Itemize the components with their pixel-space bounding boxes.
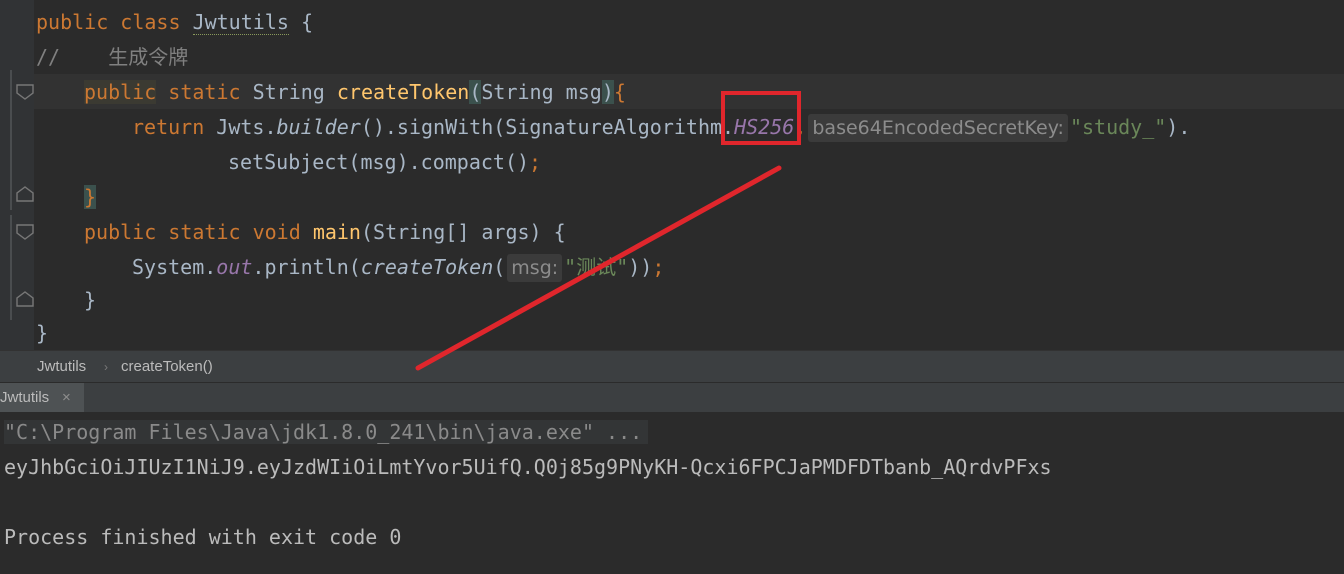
paren: ): [601, 80, 614, 104]
breadcrumb-item-class[interactable]: Jwtutils: [37, 351, 86, 383]
code-line-close-brace: }: [84, 283, 96, 318]
change-marker: [10, 215, 12, 320]
fold-end-icon[interactable]: [16, 291, 34, 307]
console-exit-line: Process finished with exit code 0: [4, 520, 401, 555]
breadcrumb-item-method[interactable]: createToken(): [121, 351, 213, 383]
method-call: builder: [276, 115, 361, 139]
code-line-comment: // 生成令牌: [36, 40, 188, 75]
semicolon: ;: [652, 255, 665, 279]
method-call: createToken: [360, 255, 494, 279]
keyword: public: [84, 80, 157, 104]
code-text: ).: [1166, 115, 1191, 139]
code-line-chain: setSubject(msg).compact();: [228, 145, 541, 180]
breadcrumb: Jwtutils › createToken(): [0, 350, 1344, 383]
method-name: createToken: [336, 80, 470, 104]
ide-window: public class Jwtutils { // 生成令牌 public s…: [0, 0, 1344, 574]
jwt-token-output: eyJhbGciOiJIUzI1NiJ9.eyJzdWIiOiLmtYvor5U…: [4, 455, 1052, 479]
fold-collapse-icon[interactable]: [16, 84, 34, 100]
keyword: static: [168, 80, 241, 104]
keyword: void: [252, 220, 301, 244]
brace: }: [84, 288, 97, 312]
code-text: .println(: [252, 255, 361, 279]
java-command: "C:\Program Files\Java\jdk1.8.0_241\bin\…: [4, 420, 649, 444]
code-text: )): [628, 255, 653, 279]
code-text: Jwts.: [216, 115, 277, 139]
chevron-right-icon: ›: [104, 360, 108, 374]
paren: (: [469, 80, 482, 104]
code-text: System.: [132, 255, 217, 279]
run-tool-window-header: Jwtutils ×: [0, 382, 1344, 413]
run-console[interactable]: "C:\Program Files\Java\jdk1.8.0_241\bin\…: [0, 412, 1344, 574]
fold-collapse-icon[interactable]: [16, 224, 34, 240]
brace: {: [553, 220, 566, 244]
method-name: main: [312, 220, 361, 244]
brace: }: [36, 321, 49, 345]
keyword: static: [168, 220, 241, 244]
code-line-method-decl: public static String createToken(String …: [84, 75, 626, 110]
console-command-line: "C:\Program Files\Java\jdk1.8.0_241\bin\…: [4, 415, 649, 450]
keyword: public: [84, 220, 157, 244]
string-literal: "测试": [564, 255, 629, 279]
string-literal: "study_": [1069, 115, 1167, 139]
close-icon[interactable]: ×: [62, 383, 71, 413]
class-name: Jwtutils: [192, 10, 289, 35]
keyword: class: [120, 10, 181, 34]
paren: (: [493, 255, 506, 279]
keyword: return: [132, 115, 205, 139]
keyword: public: [36, 10, 109, 34]
code-text: ().signWith(SignatureAlgorithm.: [360, 115, 735, 139]
run-tab-label: Jwtutils: [0, 389, 50, 406]
code-editor[interactable]: public class Jwtutils { // 生成令牌 public s…: [0, 0, 1344, 350]
code-line-class-decl: public class Jwtutils {: [36, 5, 313, 40]
params: String msg: [481, 80, 602, 104]
code-line-close-brace: }: [84, 180, 97, 215]
code-line-main-decl: public static void main(String[] args) {: [84, 215, 566, 250]
params: (String[] args): [360, 220, 542, 244]
comment: // 生成令牌: [36, 45, 189, 69]
code-line-println: System.out.println(createToken(msg: "测试")…: [132, 250, 664, 285]
parameter-hint: base64EncodedSecretKey:: [808, 114, 1068, 142]
type-name: String: [252, 80, 325, 104]
brace: {: [300, 10, 313, 34]
fold-end-icon[interactable]: [16, 186, 34, 202]
code-line-return: return Jwts.builder().signWith(Signature…: [132, 110, 1190, 145]
code-text: setSubject(msg).compact(): [228, 150, 530, 174]
parameter-hint: msg:: [507, 254, 563, 282]
semicolon: ;: [529, 150, 542, 174]
annotation-highlight-box: [721, 91, 801, 145]
brace: {: [613, 80, 626, 104]
process-exit-message: Process finished with exit code 0: [4, 525, 402, 549]
brace: }: [84, 185, 97, 209]
run-tab-jwtutils[interactable]: Jwtutils ×: [0, 383, 84, 413]
code-line-close-brace: }: [36, 316, 48, 350]
change-marker: [10, 70, 12, 210]
static-field: out: [216, 255, 253, 279]
console-output-token: eyJhbGciOiJIUzI1NiJ9.eyJzdWIiOiLmtYvor5U…: [4, 450, 1052, 485]
